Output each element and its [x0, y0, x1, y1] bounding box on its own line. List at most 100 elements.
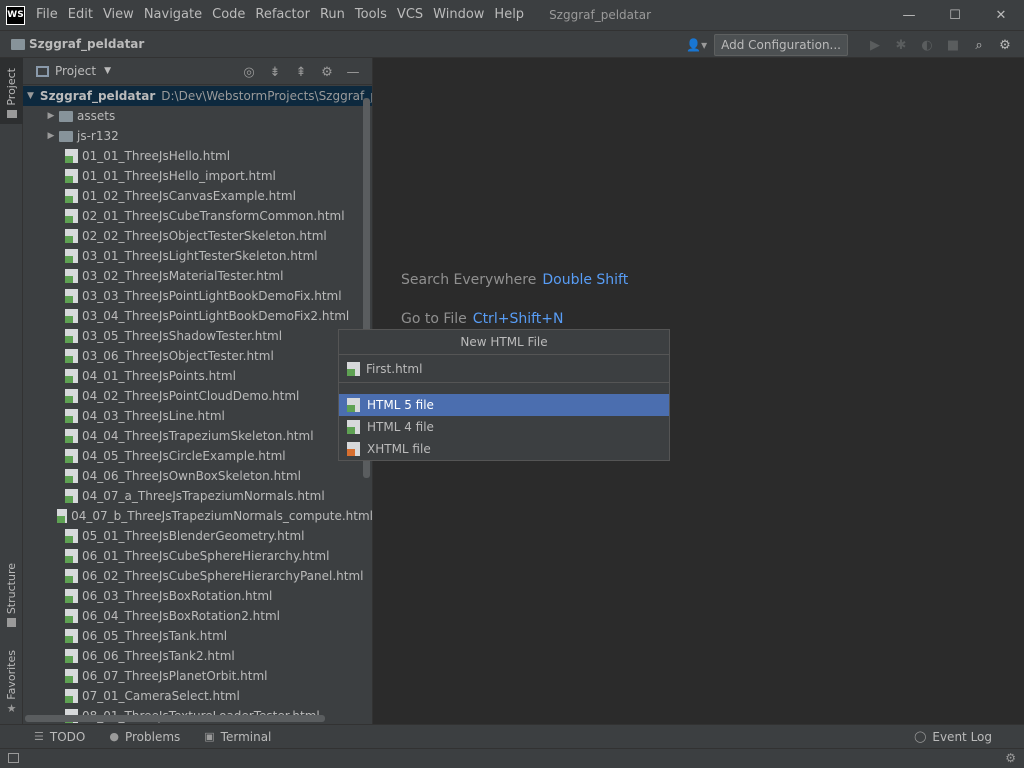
file-name: 05_01_ThreeJsBlenderGeometry.html: [82, 529, 305, 543]
html-file-icon: [65, 329, 78, 343]
tree-file-row[interactable]: 04_07_a_ThreeJsTrapeziumNormals.html: [23, 486, 372, 506]
view-dropdown-icon[interactable]: ▼: [104, 66, 111, 76]
html-file-icon: [65, 689, 78, 703]
file-name: 06_01_ThreeJsCubeSphereHierarchy.html: [82, 549, 330, 563]
tree-file-row[interactable]: 01_01_ThreeJsHello_import.html: [23, 166, 372, 186]
tool-tab-project[interactable]: Project: [0, 58, 23, 124]
project-panel-title[interactable]: Project: [55, 64, 96, 78]
breadcrumb-project[interactable]: Szggraf_peldatar: [29, 37, 144, 51]
tree-file-row[interactable]: 03_05_ThreeJsShadowTester.html: [23, 326, 372, 346]
tree-file-row[interactable]: 06_01_ThreeJsCubeSphereHierarchy.html: [23, 546, 372, 566]
menu-vcs[interactable]: VCS: [392, 0, 428, 30]
html-file-icon: [65, 669, 78, 683]
tree-file-row[interactable]: 03_04_ThreeJsPointLightBookDemoFix2.html: [23, 306, 372, 326]
navigation-bar: Szggraf_peldatar 👤▾ Add Configuration...…: [0, 30, 1024, 58]
popup-input-row: [339, 355, 669, 383]
user-icon[interactable]: 👤▾: [686, 38, 708, 52]
tool-tab-favorites[interactable]: Favorites ★: [0, 650, 23, 715]
option-html4[interactable]: HTML 4 file: [339, 416, 669, 438]
tree-file-row[interactable]: 03_03_ThreeJsPointLightBookDemoFix.html: [23, 286, 372, 306]
menu-refactor[interactable]: Refactor: [250, 0, 315, 30]
tree-file-row[interactable]: 06_04_ThreeJsBoxRotation2.html: [23, 606, 372, 626]
settings-icon[interactable]: ⚙: [992, 34, 1018, 56]
tool-tab-problems[interactable]: ● Problems: [109, 730, 180, 744]
html-file-icon: [65, 209, 78, 223]
menu-edit[interactable]: Edit: [63, 0, 98, 30]
tree-file-row[interactable]: 02_02_ThreeJsObjectTesterSkeleton.html: [23, 226, 372, 246]
option-xhtml[interactable]: XHTML file: [339, 438, 669, 460]
menu-view[interactable]: View: [98, 0, 139, 30]
tool-tab-structure-label: Structure: [5, 563, 18, 615]
project-folder-icon: [11, 38, 25, 50]
stop-icon[interactable]: ■: [940, 34, 966, 56]
file-name: 02_01_ThreeJsCubeTransformCommon.html: [82, 209, 345, 223]
collapsed-arrow-icon[interactable]: ▶: [45, 131, 57, 141]
folder-name: assets: [77, 109, 116, 123]
project-tree: ▼ Szggraf_peldatar D:\Dev\WebstormProjec…: [23, 86, 372, 724]
tree-file-row[interactable]: 06_03_ThreeJsBoxRotation.html: [23, 586, 372, 606]
tree-file-row[interactable]: 01_01_ThreeJsHello.html: [23, 146, 372, 166]
menu-help[interactable]: Help: [489, 0, 529, 30]
horizontal-scrollbar[interactable]: [25, 715, 325, 722]
search-icon[interactable]: ⌕: [966, 34, 992, 56]
tree-root-row[interactable]: ▼ Szggraf_peldatar D:\Dev\WebstormProjec…: [23, 86, 372, 106]
toggle-tool-windows-icon[interactable]: [8, 753, 19, 763]
tree-file-row[interactable]: 06_05_ThreeJsTank.html: [23, 626, 372, 646]
tree-file-row[interactable]: 06_02_ThreeJsCubeSphereHierarchyPanel.ht…: [23, 566, 372, 586]
tree-file-row[interactable]: 06_06_ThreeJsTank2.html: [23, 646, 372, 666]
html-file-icon: [65, 569, 78, 583]
tool-tab-terminal[interactable]: ▣ Terminal: [204, 730, 271, 744]
tool-tab-structure[interactable]: Structure: [0, 563, 23, 633]
tree-file-row[interactable]: 05_01_ThreeJsBlenderGeometry.html: [23, 526, 372, 546]
file-name: 02_02_ThreeJsObjectTesterSkeleton.html: [82, 229, 327, 243]
file-name-input[interactable]: [366, 361, 646, 376]
collapsed-arrow-icon[interactable]: ▶: [45, 111, 57, 121]
maximize-button[interactable]: ☐: [932, 0, 978, 30]
tool-tab-todo[interactable]: ☰ TODO: [34, 730, 85, 744]
tree-file-row[interactable]: 07_01_CameraSelect.html: [23, 686, 372, 706]
minimize-button[interactable]: —: [886, 0, 932, 30]
coverage-icon[interactable]: ◐: [914, 34, 940, 56]
file-name: 04_01_ThreeJsPoints.html: [82, 369, 236, 383]
html-file-icon: [347, 361, 360, 376]
tree-file-row[interactable]: 03_02_ThreeJsMaterialTester.html: [23, 266, 372, 286]
debug-icon[interactable]: ✱: [888, 34, 914, 56]
file-type-list: HTML 5 file HTML 4 file XHTML file: [339, 394, 669, 460]
locate-icon[interactable]: ◎: [236, 62, 262, 82]
expand-all-icon[interactable]: ⇟: [262, 62, 288, 82]
menu-navigate[interactable]: Navigate: [139, 0, 207, 30]
tree-folder-row[interactable]: ▶ js-r132: [23, 126, 372, 146]
collapse-all-icon[interactable]: ⇞: [288, 62, 314, 82]
menu-tools[interactable]: Tools: [350, 0, 392, 30]
option-html5[interactable]: HTML 5 file: [339, 394, 669, 416]
tree-file-row[interactable]: 04_03_ThreeJsLine.html: [23, 406, 372, 426]
menu-file[interactable]: File: [31, 0, 63, 30]
event-log-icon: ◯: [914, 730, 927, 743]
tree-file-row[interactable]: 03_01_ThreeJsLightTesterSkeleton.html: [23, 246, 372, 266]
menu-run[interactable]: Run: [315, 0, 350, 30]
tree-file-row[interactable]: 06_07_ThreeJsPlanetOrbit.html: [23, 666, 372, 686]
tree-file-row[interactable]: 04_04_ThreeJsTrapeziumSkeleton.html: [23, 426, 372, 446]
hide-panel-icon[interactable]: —: [340, 62, 366, 82]
tree-file-row[interactable]: 04_06_ThreeJsOwnBoxSkeleton.html: [23, 466, 372, 486]
run-icon[interactable]: ▶: [862, 34, 888, 56]
tree-file-row[interactable]: 02_01_ThreeJsCubeTransformCommon.html: [23, 206, 372, 226]
menu-window[interactable]: Window: [428, 0, 489, 30]
tree-file-row[interactable]: 01_02_ThreeJsCanvasExample.html: [23, 186, 372, 206]
tree-file-row[interactable]: 03_06_ThreeJsObjectTester.html: [23, 346, 372, 366]
panel-settings-icon[interactable]: ⚙: [314, 62, 340, 82]
html-file-icon: [65, 369, 78, 383]
add-configuration-button[interactable]: Add Configuration...: [714, 34, 848, 56]
tree-file-row[interactable]: 04_05_ThreeJsCircleExample.html: [23, 446, 372, 466]
inspector-icon[interactable]: ⚙: [1005, 751, 1016, 765]
tree-file-row[interactable]: 04_07_b_ThreeJsTrapeziumNormals_compute.…: [23, 506, 372, 526]
menu-code[interactable]: Code: [207, 0, 250, 30]
tool-tab-event-log[interactable]: ◯ Event Log: [914, 730, 992, 744]
expanded-arrow-icon[interactable]: ▼: [27, 91, 34, 101]
close-button[interactable]: ✕: [978, 0, 1024, 30]
project-icon: [6, 109, 17, 118]
tree-folder-row[interactable]: ▶ assets: [23, 106, 372, 126]
tree-file-row[interactable]: 04_01_ThreeJsPoints.html: [23, 366, 372, 386]
html-file-icon: [65, 389, 78, 403]
tree-file-row[interactable]: 04_02_ThreeJsPointCloudDemo.html: [23, 386, 372, 406]
